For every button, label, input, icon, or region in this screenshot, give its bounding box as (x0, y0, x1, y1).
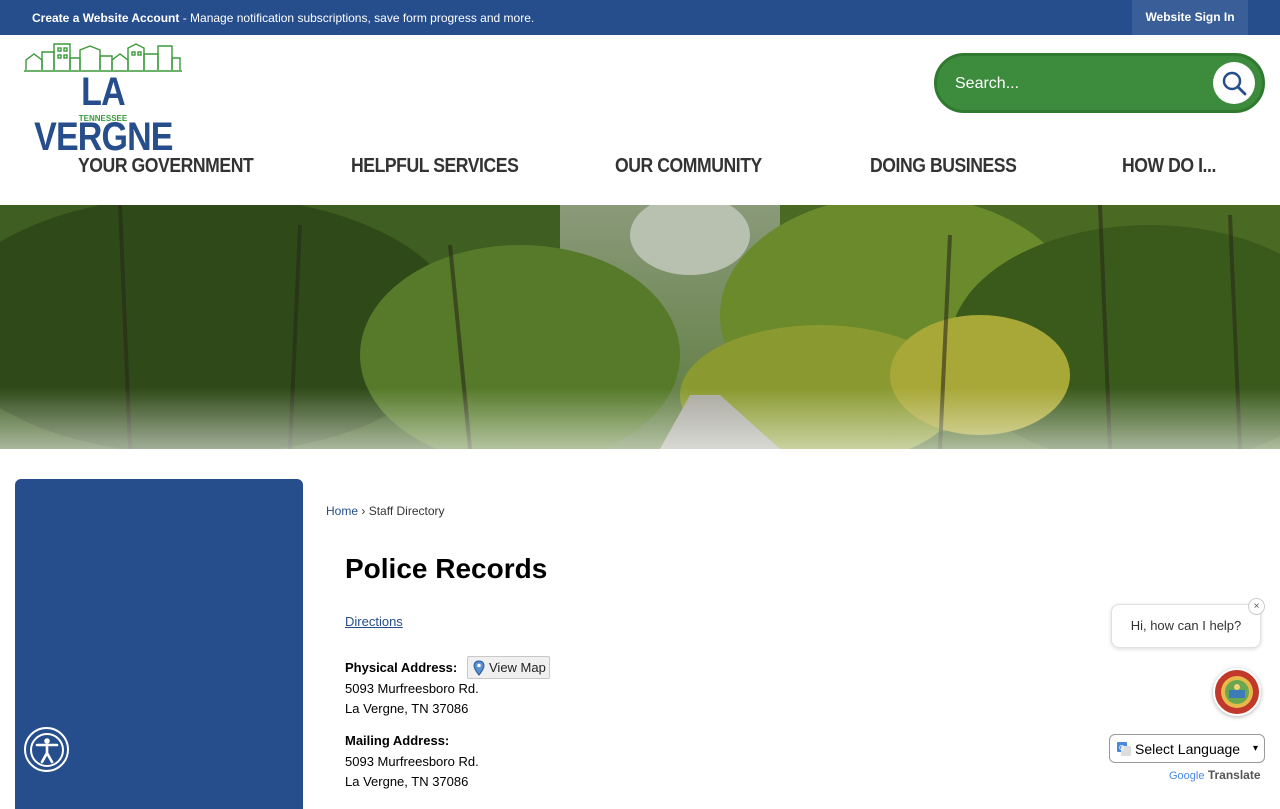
logo-state: TENNESSEE (78, 114, 128, 123)
search-icon (1222, 71, 1247, 96)
google-logo-text: Google (1169, 770, 1205, 782)
website-sign-in-button[interactable]: Website Sign In (1132, 0, 1248, 35)
chat-greeting-bubble[interactable]: Hi, how can I help? (1111, 604, 1261, 648)
top-announcement-bar: Create a Website Account - Manage notifi… (0, 0, 1280, 35)
create-account-label[interactable]: Create a Website Account (32, 11, 179, 25)
create-account-link[interactable]: Create a Website Account - Manage notifi… (32, 11, 534, 25)
chat-close-button[interactable]: × (1248, 598, 1265, 615)
breadcrumb: Home › Staff Directory (326, 504, 445, 518)
nav-helpful-services[interactable]: HELPFUL SERVICES (351, 155, 519, 178)
mailing-address-line1: 5093 Murfreesboro Rd. (345, 754, 479, 769)
breadcrumb-separator: › (361, 504, 366, 518)
chevron-down-icon: ▾ (1252, 743, 1258, 754)
view-map-label: View Map (489, 660, 546, 675)
directions-link[interactable]: Directions (345, 614, 403, 629)
nav-doing-business[interactable]: DOING BUSINESS (870, 155, 1017, 178)
page-title: Police Records (345, 553, 548, 584)
search-box (934, 53, 1265, 113)
mailing-address-line2: La Vergne, TN 37086 (345, 774, 469, 789)
nav-your-government[interactable]: YOUR GOVERNMENT (78, 155, 254, 178)
hero-banner-image (0, 205, 1280, 449)
search-button[interactable] (1213, 62, 1255, 104)
accessibility-button[interactable] (24, 727, 69, 772)
nav-how-do-i[interactable]: HOW DO I... (1122, 155, 1216, 178)
create-account-description: - Manage notification subscriptions, sav… (179, 11, 535, 25)
select-language-label: Select Language (1135, 740, 1241, 757)
view-map-button[interactable]: View Map (467, 656, 550, 679)
breadcrumb-home[interactable]: Home (326, 504, 358, 518)
physical-address-line1: 5093 Murfreesboro Rd. (345, 681, 479, 696)
search-input[interactable] (955, 71, 1195, 97)
city-seal-icon (1216, 671, 1258, 713)
chatbot-avatar-button[interactable] (1213, 668, 1261, 716)
breadcrumb-current: Staff Directory (368, 504, 445, 518)
accessibility-icon (29, 732, 64, 767)
main-navigation: YOUR GOVERNMENT HELPFUL SERVICES OUR COM… (0, 150, 1280, 190)
select-language-dropdown[interactable]: G Select Language ▾ (1109, 734, 1265, 763)
nav-our-community[interactable]: OUR COMMUNITY (615, 155, 762, 178)
google-translate-credit: Google Translate (1169, 768, 1261, 782)
physical-address-label: Physical Address: (345, 660, 458, 675)
forest-road-image (0, 205, 1280, 449)
translate-label: Translate (1207, 768, 1261, 782)
skyline-icon (24, 43, 182, 72)
map-pin-icon (473, 659, 485, 676)
mailing-address-label: Mailing Address: (345, 733, 450, 748)
svg-text:G: G (1119, 745, 1124, 752)
google-translate-icon: G (1117, 741, 1131, 756)
physical-address-line2: La Vergne, TN 37086 (345, 701, 469, 716)
la-vergne-logo[interactable]: LA VERGNE TENNESSEE (22, 40, 184, 159)
